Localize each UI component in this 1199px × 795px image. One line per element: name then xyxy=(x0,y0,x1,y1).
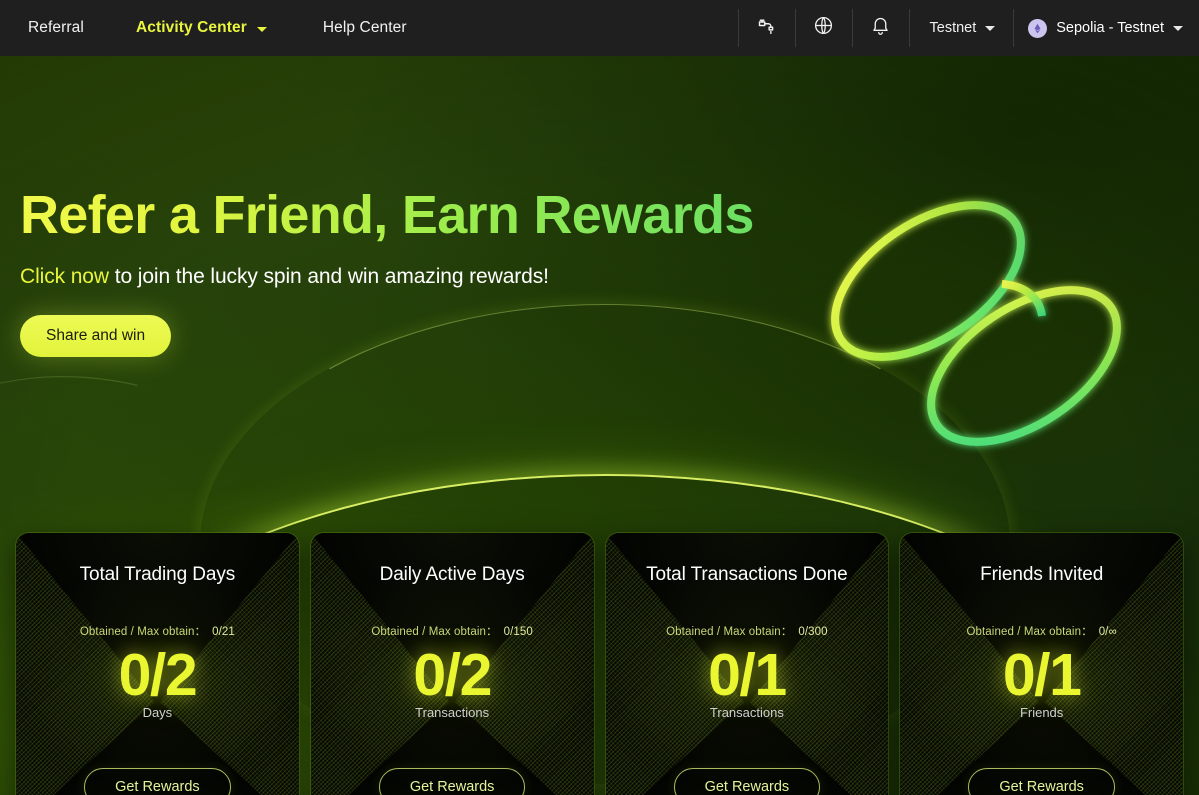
chevron-down-icon[interactable] xyxy=(256,26,267,32)
hero-subtitle-highlight: Click now xyxy=(20,265,109,289)
card-progress-value: 0/1 xyxy=(708,642,787,708)
nav-link-referral[interactable]: Referral xyxy=(28,19,84,37)
card-obtained-label: Obtained / Max obtain： xyxy=(966,626,1093,638)
card-unit-label: Friends xyxy=(1019,704,1064,720)
nav-right-group: Testnet Sepolia - Testnet xyxy=(737,0,1199,56)
hero-subtitle-rest: to join the lucky spin and win amazing r… xyxy=(108,265,549,289)
reward-card-daily-active-days: Daily Active Days Obtained / Max obtain：… xyxy=(310,533,594,795)
reward-card-total-trading-days: Total Trading Days Obtained / Max obtain… xyxy=(16,533,299,795)
card-unit-label: Transactions xyxy=(709,704,784,720)
card-obtained-row: Obtained / Max obtain： 0/300 xyxy=(666,623,828,639)
chevron-down-icon xyxy=(1173,25,1183,31)
account-network-label: Sepolia - Testnet xyxy=(1056,20,1164,36)
card-obtained-label: Obtained / Max obtain： xyxy=(666,626,793,638)
get-rewards-button[interactable]: Get Rewards xyxy=(968,768,1115,795)
faucet-icon-button[interactable] xyxy=(739,0,795,56)
card-obtained-label: Obtained / Max obtain： xyxy=(371,626,498,638)
card-obtained-value: 0/∞ xyxy=(1098,626,1117,638)
card-obtained-value: 0/21 xyxy=(212,626,235,638)
bell-icon xyxy=(870,15,891,41)
card-obtained-row: Obtained / Max obtain： 0/∞ xyxy=(966,623,1116,639)
network-env-selector[interactable]: Testnet xyxy=(910,0,1014,56)
get-rewards-button[interactable]: Get Rewards xyxy=(673,768,821,795)
account-network-selector[interactable]: Sepolia - Testnet xyxy=(1014,0,1199,56)
hero-content: Refer a Friend, Earn Rewards Click now t… xyxy=(0,56,1199,358)
hero-section: Refer a Friend, Earn Rewards Click now t… xyxy=(0,56,1199,795)
nav-link-activity-center[interactable]: Activity Center xyxy=(136,19,247,37)
top-navigation-bar: Referral Activity Center Help Center Tes… xyxy=(0,0,1199,56)
reward-cards-row: Total Trading Days Obtained / Max obtain… xyxy=(16,533,1183,795)
share-and-win-button[interactable]: Share and win xyxy=(20,315,172,358)
get-rewards-button[interactable]: Get Rewards xyxy=(84,768,231,795)
card-obtained-value: 0/300 xyxy=(798,626,828,638)
card-title: Total Transactions Done xyxy=(646,564,848,585)
card-title: Friends Invited xyxy=(980,564,1104,585)
network-env-label: Testnet xyxy=(929,20,977,36)
card-unit-label: Transactions xyxy=(415,704,490,720)
card-title: Daily Active Days xyxy=(379,564,525,585)
reward-card-friends-invited: Friends Invited Obtained / Max obtain： 0/… xyxy=(900,533,1183,795)
chevron-down-icon xyxy=(985,25,996,31)
card-progress-value: 0/2 xyxy=(413,642,492,708)
reward-card-total-transactions-done: Total Transactions Done Obtained / Max o… xyxy=(605,533,889,795)
nav-links-group: Referral Activity Center Help Center xyxy=(0,0,459,56)
faucet-icon xyxy=(756,15,777,41)
card-obtained-value: 0/150 xyxy=(503,626,533,638)
card-unit-label: Days xyxy=(142,704,173,720)
card-progress-value: 0/1 xyxy=(1002,642,1082,708)
globe-icon xyxy=(813,15,834,41)
card-progress-value: 0/2 xyxy=(118,642,198,708)
page-title: Refer a Friend, Earn Rewards xyxy=(20,185,754,245)
notifications-button[interactable] xyxy=(853,0,909,56)
hero-subtitle: Click now to join the lucky spin and win… xyxy=(20,265,1199,289)
ethereum-logo-icon xyxy=(1028,18,1048,38)
card-title: Total Trading Days xyxy=(79,564,236,585)
get-rewards-button[interactable]: Get Rewards xyxy=(378,768,526,795)
card-obtained-row: Obtained / Max obtain： 0/150 xyxy=(371,623,533,639)
card-obtained-label: Obtained / Max obtain： xyxy=(79,626,207,638)
nav-link-help-center[interactable]: Help Center xyxy=(323,19,407,37)
card-obtained-row: Obtained / Max obtain： 0/21 xyxy=(80,623,235,639)
globe-icon-button[interactable] xyxy=(796,0,852,56)
